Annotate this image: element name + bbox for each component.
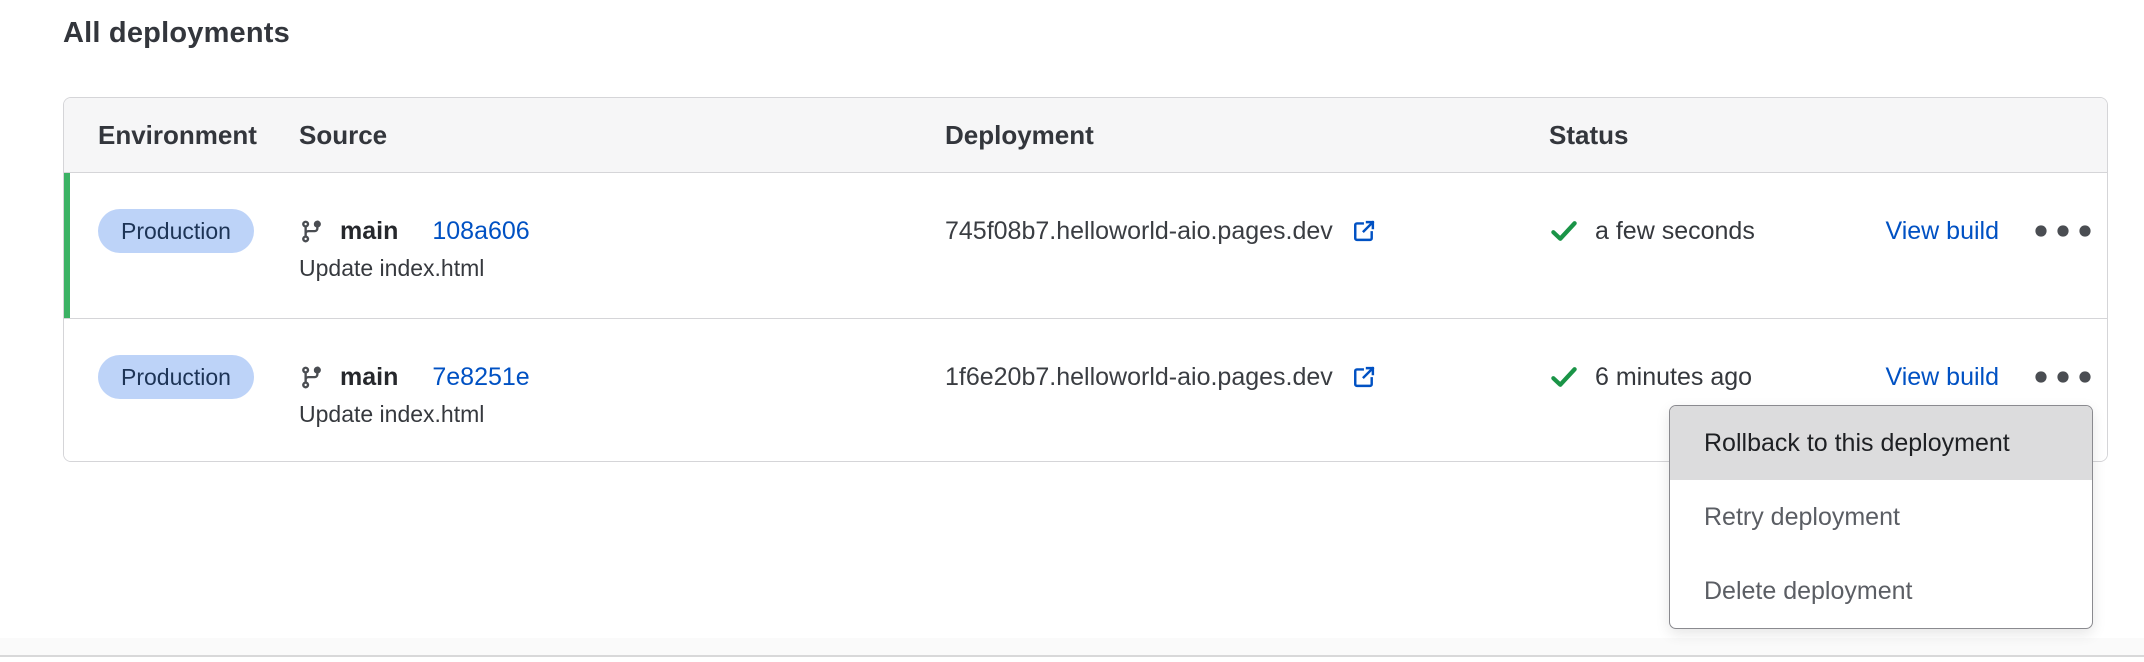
column-header-source: Source (265, 120, 911, 151)
deployment-url: 745f08b7.helloworld-aio.pages.dev (945, 217, 1333, 246)
menu-item-rollback[interactable]: Rollback to this deployment (1670, 406, 2092, 480)
environment-cell: Production (64, 173, 265, 318)
deployment-context-menu: Rollback to this deployment Retry deploy… (1669, 405, 2093, 629)
external-link-icon[interactable] (1350, 217, 1378, 245)
view-build-link[interactable]: View build (1885, 217, 1999, 246)
external-link-icon[interactable] (1350, 363, 1378, 391)
column-header-environment: Environment (64, 120, 265, 151)
table-row: Production main 108a606 Update index.htm… (64, 173, 2107, 319)
status-cell: a few seconds View build (1515, 173, 2107, 318)
commit-link[interactable]: 108a606 (432, 217, 529, 246)
status-time: 6 minutes ago (1595, 363, 1885, 392)
check-icon (1549, 216, 1579, 246)
kebab-menu-button[interactable] (2033, 213, 2093, 249)
git-branch-icon (299, 219, 324, 244)
menu-item-retry[interactable]: Retry deployment (1670, 480, 2092, 554)
branch-name: main (340, 363, 398, 392)
branch-name: main (340, 217, 398, 246)
deployment-cell: 745f08b7.helloworld-aio.pages.dev (911, 173, 1515, 318)
column-header-status: Status (1515, 120, 2107, 151)
kebab-menu-button[interactable] (2033, 359, 2093, 395)
check-icon (1549, 362, 1579, 392)
column-header-deployment: Deployment (911, 120, 1515, 151)
source-cell: main 7e8251e Update index.html (265, 319, 911, 462)
status-time: a few seconds (1595, 217, 1885, 246)
source-cell: main 108a606 Update index.html (265, 173, 911, 318)
menu-item-delete[interactable]: Delete deployment (1670, 554, 2092, 628)
view-build-link[interactable]: View build (1885, 363, 1999, 392)
environment-badge: Production (98, 209, 254, 253)
deployment-url: 1f6e20b7.helloworld-aio.pages.dev (945, 363, 1333, 392)
table-header-row: Environment Source Deployment Status (64, 98, 2107, 173)
git-branch-icon (299, 365, 324, 390)
commit-message: Update index.html (299, 396, 911, 432)
deployment-cell: 1f6e20b7.helloworld-aio.pages.dev (911, 319, 1515, 462)
environment-cell: Production (64, 319, 265, 462)
environment-badge: Production (98, 355, 254, 399)
section-divider (0, 638, 2144, 657)
page-title: All deployments (63, 14, 290, 52)
commit-message: Update index.html (299, 250, 911, 286)
commit-link[interactable]: 7e8251e (432, 363, 529, 392)
